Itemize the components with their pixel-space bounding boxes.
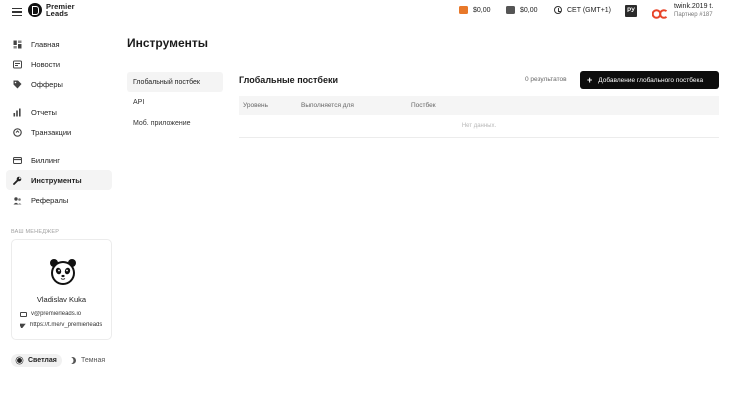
logo-text-line2: Leads bbox=[46, 9, 69, 18]
sidebar: Главная Новости Офферы Отчеты Транзакции… bbox=[6, 34, 112, 210]
sidebar-item-transactions[interactable]: Транзакции bbox=[6, 122, 112, 142]
brand-logo-icon bbox=[651, 9, 668, 19]
sidebar-item-label: Биллинг bbox=[31, 155, 60, 165]
manager-telegram[interactable]: https://t.me/v_premierleads bbox=[30, 322, 102, 328]
results-count: 0 результатов bbox=[525, 76, 567, 83]
wallet-icon bbox=[459, 6, 468, 14]
manager-email[interactable]: v@premierleads.io bbox=[31, 311, 81, 317]
table-header: Уровень Выполняется для Постбек bbox=[239, 96, 719, 115]
subnav-api[interactable]: API bbox=[127, 93, 223, 113]
wallet-hold-icon bbox=[506, 6, 515, 14]
postbacks-table: Уровень Выполняется для Постбек Нет данн… bbox=[239, 96, 719, 138]
partner-id: Партнер #187 bbox=[674, 12, 713, 18]
sidebar-item-label: Новости bbox=[31, 59, 61, 69]
plus-icon: + bbox=[587, 74, 593, 85]
telegram-icon bbox=[20, 322, 27, 328]
sidebar-item-label: Транзакции bbox=[31, 127, 72, 137]
theme-dark-toggle[interactable]: Темная bbox=[64, 354, 110, 367]
sidebar-item-label: Отчеты bbox=[31, 107, 57, 117]
transactions-icon bbox=[13, 127, 22, 137]
wrench-icon bbox=[13, 176, 22, 185]
logo-mark-icon bbox=[28, 3, 42, 17]
page-title: Инструменты bbox=[127, 36, 209, 50]
sidebar-item-label: Офферы bbox=[31, 79, 63, 89]
theme-dark-label: Темная bbox=[81, 357, 106, 364]
column-applies-to[interactable]: Выполняется для bbox=[301, 102, 354, 109]
moon-icon bbox=[69, 357, 76, 364]
subnav-mobile-app[interactable]: Моб. приложение bbox=[127, 113, 223, 133]
theme-light-toggle[interactable]: Светлая bbox=[11, 354, 62, 367]
credit-card-icon bbox=[13, 156, 22, 164]
sidebar-item-tools[interactable]: Инструменты bbox=[6, 170, 112, 190]
sidebar-item-label: Инструменты bbox=[31, 175, 82, 185]
manager-card: Vladislav Kuka v@premierleads.io https:/… bbox=[11, 239, 112, 340]
theme-light-label: Светлая bbox=[28, 357, 57, 364]
mail-icon bbox=[20, 311, 27, 317]
chart-icon bbox=[13, 108, 21, 116]
add-button-label: Добавление глобального постбека bbox=[598, 76, 704, 84]
sidebar-item-home[interactable]: Главная bbox=[6, 34, 112, 54]
user-avatar[interactable] bbox=[651, 6, 668, 19]
subnav-global-postback[interactable]: Глобальный постбек bbox=[127, 72, 223, 92]
section-title: Глобальные постбеки bbox=[239, 75, 339, 85]
tools-subnav: Глобальный постбек API Моб. приложение bbox=[127, 72, 223, 134]
empty-state: Нет данных. bbox=[239, 115, 719, 138]
sidebar-item-label: Главная bbox=[31, 39, 60, 49]
panda-avatar-icon bbox=[50, 259, 76, 285]
dashboard-icon bbox=[13, 40, 22, 48]
sidebar-item-label: Рефералы bbox=[31, 195, 69, 205]
manager-name: Vladislav Kuka bbox=[36, 295, 87, 304]
sidebar-item-offers[interactable]: Офферы bbox=[6, 74, 112, 94]
sidebar-item-reports[interactable]: Отчеты bbox=[6, 102, 112, 122]
balance-hold[interactable]: $0,00 bbox=[506, 6, 538, 14]
sidebar-item-referrals[interactable]: Рефералы bbox=[6, 190, 112, 210]
add-global-postback-button[interactable]: + Добавление глобального постбека bbox=[580, 71, 719, 89]
column-postback[interactable]: Постбек bbox=[411, 102, 436, 109]
tag-icon bbox=[13, 80, 22, 88]
balance-main-value: $0,00 bbox=[473, 6, 491, 14]
manager-caption: ВАШ МЕНЕДЖЕР bbox=[11, 229, 60, 235]
user-name[interactable]: twink.2019 t. bbox=[674, 3, 713, 10]
news-icon bbox=[13, 60, 22, 68]
referral-icon bbox=[13, 196, 22, 204]
sidebar-item-billing[interactable]: Биллинг bbox=[6, 150, 112, 170]
top-header: Premier Leads $0,00 $0,00 CET (GMT+1) РУ… bbox=[0, 0, 730, 24]
clock-icon bbox=[554, 6, 562, 14]
manager-telegram-row[interactable]: https://t.me/v_premierleads bbox=[20, 322, 108, 328]
balance-hold-value: $0,00 bbox=[520, 6, 538, 14]
menu-icon[interactable] bbox=[12, 8, 22, 17]
sun-icon bbox=[17, 358, 22, 363]
column-level[interactable]: Уровень bbox=[243, 102, 268, 109]
timezone-value: CET (GMT+1) bbox=[567, 6, 612, 14]
manager-email-row[interactable]: v@premierleads.io bbox=[20, 311, 108, 317]
balance-main[interactable]: $0,00 bbox=[459, 6, 491, 14]
sidebar-item-news[interactable]: Новости bbox=[6, 54, 112, 74]
timezone-selector[interactable]: CET (GMT+1) bbox=[554, 6, 611, 14]
language-switcher[interactable]: РУ bbox=[625, 5, 637, 17]
logo[interactable]: Premier Leads bbox=[28, 3, 75, 17]
